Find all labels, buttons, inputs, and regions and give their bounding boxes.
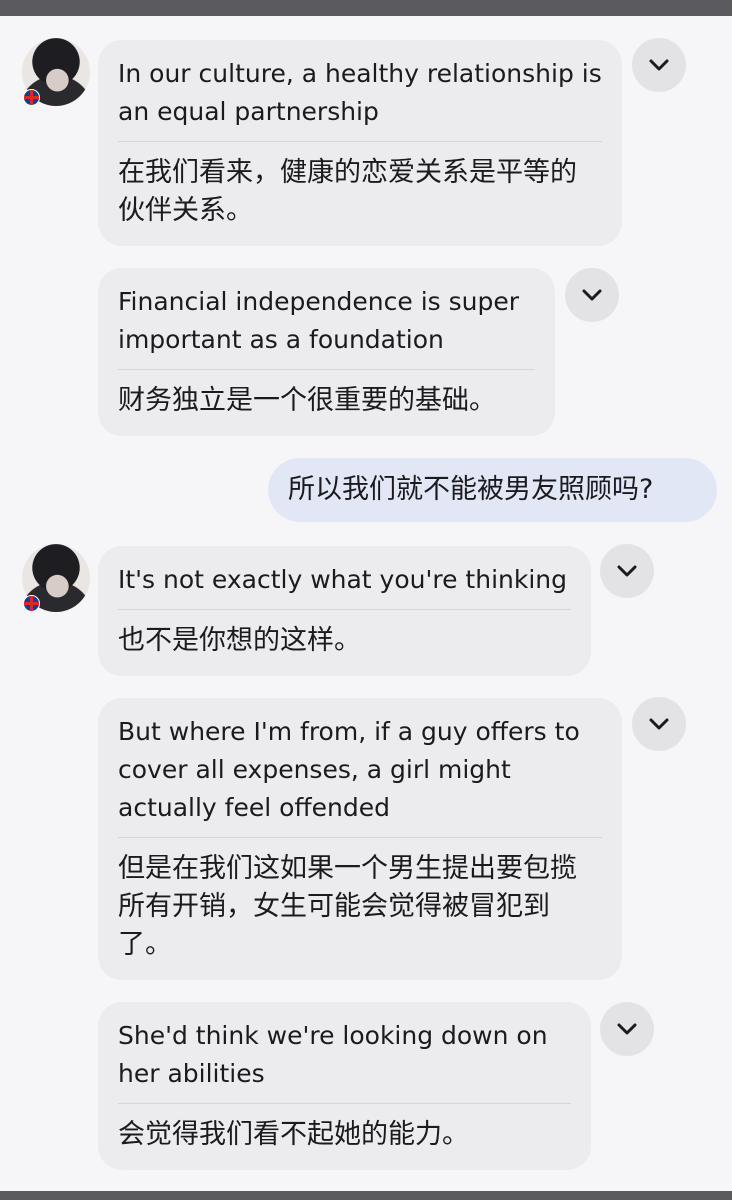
divider: [118, 837, 602, 838]
uk-flag-icon: [23, 595, 40, 612]
message-original-text: It's not exactly what you're thinking: [118, 565, 567, 594]
message-original-text: In our culture, a healthy relationship i…: [118, 59, 602, 126]
bottom-system-bar: [0, 1191, 732, 1200]
divider: [118, 609, 571, 610]
message-original-text: Financial independence is super importan…: [118, 287, 520, 354]
sent-message-text: 所以我们就不能被男友照顾吗?: [288, 474, 654, 505]
message-original-text: She'd think we're looking down on her ab…: [118, 1021, 548, 1088]
chevron-down-icon: [649, 59, 669, 71]
message-bubble[interactable]: In our culture, a healthy relationship i…: [98, 40, 622, 246]
divider: [118, 1103, 571, 1104]
message-bubble[interactable]: But where I'm from, if a guy offers to c…: [98, 698, 622, 980]
message-original-text: But where I'm from, if a guy offers to c…: [118, 717, 580, 822]
avatar[interactable]: [22, 38, 90, 106]
expand-button[interactable]: [600, 1002, 654, 1056]
chevron-down-icon: [617, 1023, 637, 1035]
message-translation-text: 但是在我们这如果一个男生提出要包揽所有开销，女生可能会觉得被冒犯到了。: [118, 853, 577, 960]
expand-button[interactable]: [632, 38, 686, 92]
top-system-bar: [0, 0, 732, 16]
uk-flag-icon: [23, 89, 40, 106]
avatar[interactable]: [22, 544, 90, 612]
divider: [118, 369, 535, 370]
chevron-down-icon: [617, 565, 637, 577]
expand-button[interactable]: [600, 544, 654, 598]
chevron-down-icon: [649, 718, 669, 730]
message-bubble[interactable]: She'd think we're looking down on her ab…: [98, 1002, 591, 1170]
message-translation-text: 会觉得我们看不起她的能力。: [118, 1119, 469, 1150]
divider: [118, 141, 602, 142]
expand-button[interactable]: [565, 268, 619, 322]
chevron-down-icon: [582, 289, 602, 301]
message-translation-text: 财务独立是一个很重要的基础。: [118, 385, 496, 416]
message-translation-text: 在我们看来，健康的恋爱关系是平等的伙伴关系。: [118, 157, 577, 226]
message-translation-text: 也不是你想的这样。: [118, 625, 361, 656]
sent-message-bubble[interactable]: 所以我们就不能被男友照顾吗?: [268, 458, 717, 522]
expand-button[interactable]: [632, 697, 686, 751]
message-bubble[interactable]: Financial independence is super importan…: [98, 268, 555, 436]
message-bubble[interactable]: It's not exactly what you're thinking 也不…: [98, 546, 591, 676]
